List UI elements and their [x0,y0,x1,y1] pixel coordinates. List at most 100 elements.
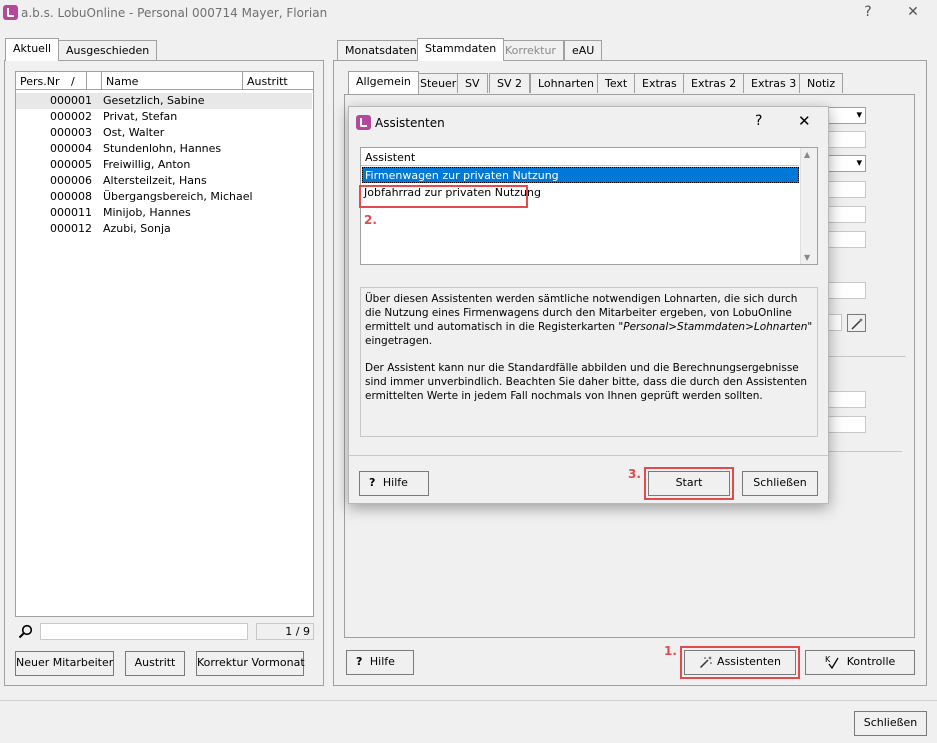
tab-monatsdaten[interactable]: Monatsdaten [337,40,425,60]
assistants-label: Assistenten [717,655,781,668]
check-label: Kontrolle [846,655,896,668]
subtab-extras-3[interactable]: Extras 3 [743,73,805,93]
window-title: a.b.s. LobuOnline - Personal 000714 Maye… [21,6,328,20]
assistant-description: Über diesen Assistenten werden sämtliche… [360,287,818,437]
assistant-list: Assistent Firmenwagen zur privaten Nutzu… [359,147,818,265]
subtab-allgemein[interactable]: Allgemein [348,71,419,94]
desc-path: "Personal>Stammdaten>Lohnarten" [618,321,813,333]
check-button[interactable]: K Kontrolle [805,650,915,675]
subtab-lohnarten[interactable]: Lohnarten [530,73,602,93]
pers-nr: 000004 [50,142,92,155]
employee-name: Freiwillig, Anton [103,158,191,171]
dropdown-2[interactable] [828,155,866,172]
table-row[interactable]: 000006 Altersteilzeit, Hans [16,173,312,189]
pers-nr: 000012 [50,222,92,235]
dropdown-1[interactable] [828,107,866,124]
employee-name: Stundenlohn, Hannes [103,142,222,155]
assistant-item[interactable]: Firmenwagen zur privaten Nutzung [362,167,799,183]
employee-name: Privat, Stefan [103,110,178,123]
subtab-sv-2[interactable]: SV 2 [489,73,531,93]
field-4[interactable] [828,231,866,248]
assistant-list-header: Assistent [361,148,799,166]
search-input[interactable] [40,623,248,640]
help-button[interactable]: ? Hilfe [346,650,414,675]
tab-stammdaten[interactable]: Stammdaten [417,38,505,61]
highlight-box-2 [359,185,528,208]
exit-button[interactable]: Austritt [125,651,185,676]
table-row[interactable]: 000003 Ost, Walter [16,125,312,141]
close-icon[interactable]: ✕ [903,4,923,20]
annotation-3: 3. [628,467,641,481]
field-1[interactable] [828,131,866,148]
close-button[interactable]: Schließen [854,711,927,736]
check-icon: K [825,655,839,670]
app-logo-icon [3,5,18,20]
subtab-extras[interactable]: Extras [634,73,685,93]
dialog-close-button[interactable]: Schließen [742,471,818,496]
assistants-dialog: Assistenten ? ✕ Assistent Firmenwagen zu… [348,106,829,504]
list-header: Pers.Nr / Name Austritt [16,72,313,90]
help-icon[interactable]: ? [858,4,878,20]
sort-indicator: / [71,75,75,88]
dialog-close-icon[interactable]: ✕ [798,112,811,130]
subtab-notiz[interactable]: Notiz [799,73,844,93]
field-7[interactable] [828,391,866,408]
bottom-bar [0,700,937,743]
col-persnr[interactable]: Pers.Nr [20,75,60,88]
desc-text-1b: eingetragen. [365,335,433,347]
subtab-sv[interactable]: SV [457,73,488,93]
employee-name: Minijob, Hannes [103,206,191,219]
employee-list: Pers.Nr / Name Austritt 000001 Gesetzlich… [15,71,314,617]
col-austritt[interactable]: Austritt [247,75,288,88]
table-row[interactable]: 000001 Gesetzlich, Sabine [16,93,312,109]
field-2[interactable] [828,181,866,198]
pers-nr: 000011 [50,206,92,219]
table-row[interactable]: 000005 Freiwillig, Anton [16,157,312,173]
employee-name: Azubi, Sonja [103,222,171,235]
subtab-extras-2[interactable]: Extras 2 [683,73,745,93]
table-row[interactable]: 000012 Azubi, Sonja [16,221,312,237]
wand-small-icon[interactable] [847,314,866,332]
dialog-help-button[interactable]: ? Hilfe [359,471,429,496]
dialog-logo-icon [356,115,371,130]
help-question-icon: ? [356,655,363,668]
desc-text-2: Der Assistent kann nur die Standardfälle… [365,362,807,402]
employee-name: Übergangsbereich, Michael [103,190,253,203]
table-row[interactable]: 000011 Minijob, Hannes [16,205,312,221]
annotation-1: 1. [664,644,677,658]
tab-korrektur: Korrektur [497,40,564,60]
pers-nr: 000008 [50,190,92,203]
field-5[interactable] [828,282,866,299]
employee-name: Ost, Walter [103,126,165,139]
annotation-2: 2. [364,213,377,227]
tab-aktuell[interactable]: Aktuell [5,38,60,61]
new-employee-button[interactable]: Neuer Mitarbeiter [15,651,114,676]
dialog-title: Assistenten [375,116,445,130]
pers-nr: 000002 [50,110,92,123]
title-bar: a.b.s. LobuOnline - Personal 000714 Maye… [0,0,937,26]
table-row[interactable]: 000002 Privat, Stefan [16,109,312,125]
pers-nr: 000005 [50,158,92,171]
tab-eau[interactable]: eAU [564,40,603,60]
correction-button[interactable]: Korrektur Vormonat [196,651,305,676]
record-counter: 1 / 9 [256,623,314,640]
dialog-help-label: Hilfe [382,476,408,489]
pers-nr: 000003 [50,126,92,139]
employee-name: Altersteilzeit, Hans [103,174,207,187]
pers-nr: 000006 [50,174,92,187]
field-3[interactable] [828,206,866,223]
dialog-help-question-icon: ? [369,476,376,489]
field-6[interactable] [828,314,842,331]
tab-ausgeschieden[interactable]: Ausgeschieden [58,40,158,60]
dialog-help-icon[interactable]: ? [755,113,762,129]
table-row[interactable]: 000004 Stundenlohn, Hannes [16,141,312,157]
assistant-list-scrollbar[interactable]: ▲ ▼ [800,148,817,264]
svg-text:K: K [825,655,831,664]
field-8[interactable] [828,416,866,433]
wand-icon [700,656,713,669]
subtab-text[interactable]: Text [597,73,636,93]
assistants-button[interactable]: Assistenten [680,646,800,679]
table-row[interactable]: 000008 Übergangsbereich, Michael [16,189,312,205]
col-name[interactable]: Name [106,75,138,88]
start-button[interactable]: Start [644,467,734,500]
